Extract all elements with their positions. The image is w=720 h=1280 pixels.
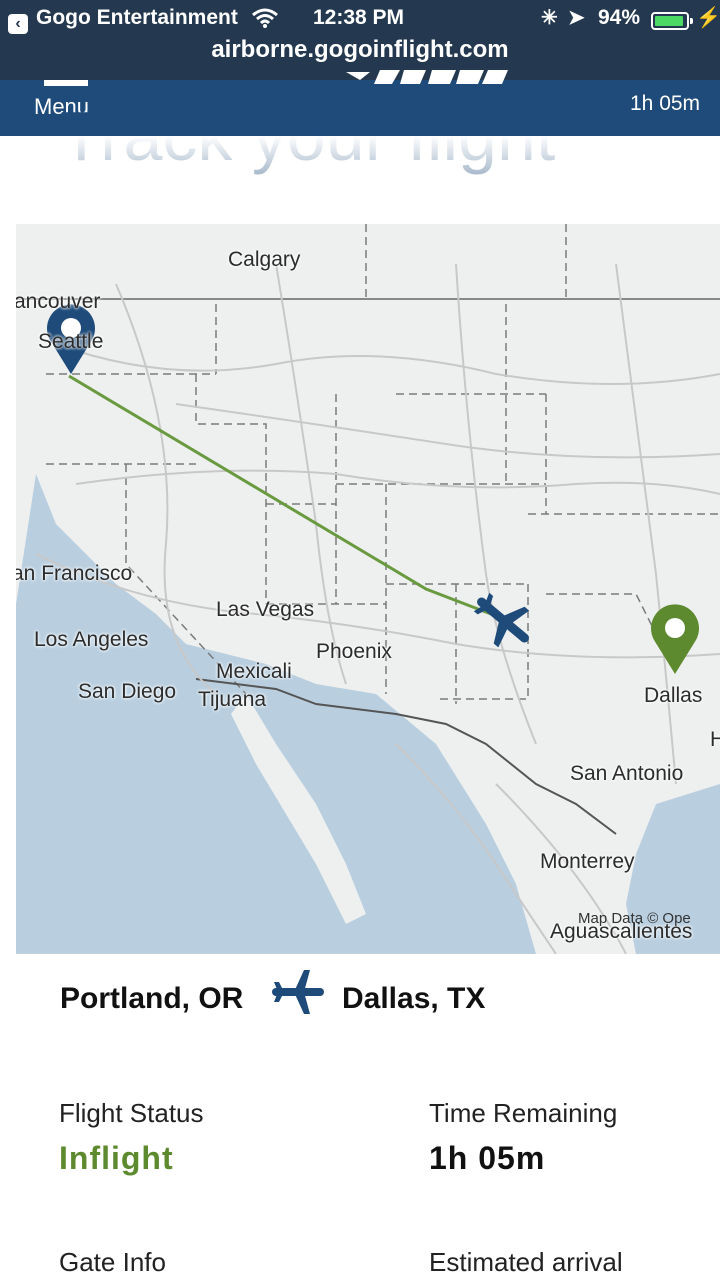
map-label-vancouver: ancouver bbox=[16, 290, 101, 313]
time-remaining-label: Time Remaining bbox=[429, 1098, 618, 1128]
back-to-app-icon[interactable]: ‹ bbox=[8, 14, 28, 34]
map-label-mexicali: Mexicali bbox=[216, 660, 292, 683]
map-label-san-francisco: an Francisco bbox=[16, 562, 133, 585]
map-label-tijuana: Tijuana bbox=[198, 688, 267, 711]
gate-info-label: Gate Info bbox=[59, 1247, 166, 1277]
carrier-name: Gogo Entertainment bbox=[36, 6, 238, 29]
airplane-position-icon[interactable] bbox=[471, 592, 535, 648]
flight-map[interactable]: Calgary ancouver Seattle an Francisco La… bbox=[16, 224, 720, 954]
battery-percent: 94% bbox=[598, 6, 641, 29]
hamburger-icon[interactable] bbox=[44, 80, 88, 86]
map-label-calgary: Calgary bbox=[228, 248, 301, 271]
map-label-las-vegas: Las Vegas bbox=[216, 598, 315, 621]
address-bar-url[interactable]: airborne.gogoinflight.com bbox=[0, 36, 720, 64]
route-airplane-icon bbox=[272, 970, 324, 1014]
wifi-icon bbox=[252, 8, 278, 34]
time-remaining-value: 1h 05m bbox=[429, 1140, 546, 1176]
map-label-monterrey: Monterrey bbox=[540, 850, 635, 873]
flight-status-value: Inflight bbox=[59, 1140, 174, 1176]
title-fade bbox=[0, 136, 720, 196]
route-origin: Portland, OR bbox=[60, 982, 244, 1015]
map-attribution[interactable]: Map Data © Ope bbox=[578, 910, 691, 927]
flight-status-label: Flight Status bbox=[59, 1098, 204, 1128]
map-label-dallas: Dallas bbox=[644, 684, 703, 707]
map-label-houston-partial: H bbox=[710, 728, 720, 751]
estimated-arrival-label: Estimated arrival bbox=[429, 1247, 623, 1277]
route-destination: Dallas, TX bbox=[342, 982, 486, 1015]
map-label-san-diego: San Diego bbox=[78, 680, 177, 703]
destination-pin-icon[interactable] bbox=[648, 602, 702, 676]
map-base bbox=[16, 224, 720, 954]
location-arrow-icon: ➤ bbox=[568, 7, 585, 29]
header-time-remaining: 1h 05m bbox=[630, 92, 701, 115]
charging-bolt-icon: ⚡ bbox=[696, 7, 720, 29]
map-label-san-antonio: San Antonio bbox=[570, 762, 684, 785]
battery-icon bbox=[651, 12, 693, 30]
clock: 12:38 PM bbox=[313, 6, 405, 29]
map-label-phoenix: Phoenix bbox=[316, 640, 392, 663]
map-label-seattle: Seattle bbox=[38, 330, 104, 353]
activity-spinner-icon: ✳ bbox=[541, 7, 558, 29]
map-label-los-angeles: Los Angeles bbox=[34, 628, 149, 651]
